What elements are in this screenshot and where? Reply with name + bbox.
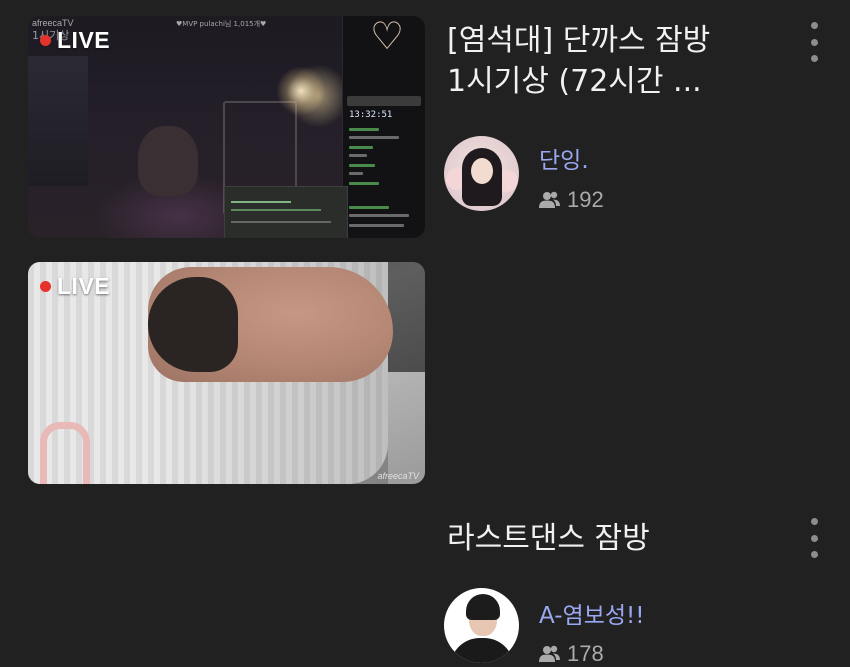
streamer-name[interactable]: A-염보성!!: [539, 596, 644, 630]
stream-thumbnail[interactable]: afreecaTV LIVE: [28, 262, 425, 484]
more-vertical-icon[interactable]: [806, 22, 822, 62]
hair: [148, 277, 238, 372]
stream-thumbnail[interactable]: ♥MVP pulachi님 1,015개♥ ♡ 13:32:51 afreeca…: [28, 16, 425, 238]
live-badge: LIVE: [40, 273, 110, 300]
streamer-name[interactable]: 단잉.: [539, 141, 589, 175]
pink-hook: [40, 422, 90, 484]
viewer-count: 192: [539, 187, 604, 213]
more-vertical-icon[interactable]: [806, 518, 822, 558]
video-popup: [224, 186, 348, 238]
stream-title[interactable]: 라스트댄스 잠방: [447, 518, 777, 559]
avatar-shoulders: [450, 638, 514, 663]
chat-bar: [347, 96, 421, 106]
chat-line: [349, 206, 389, 209]
popup-bar: [231, 201, 291, 203]
users-icon: [539, 645, 560, 662]
popup-bar: [231, 209, 321, 211]
avatar-face: [471, 158, 493, 184]
chat-time: 13:32:51: [349, 110, 393, 120]
stream-card[interactable]: afreecaTV LIVE 라스트댄스 잠방 A-염보성!! 178: [0, 250, 850, 666]
chat-line: [349, 182, 379, 185]
lamp-light: [276, 66, 326, 116]
viewer-count: 178: [539, 641, 604, 667]
chat-line: [349, 146, 373, 149]
viewer-count-value: 178: [567, 641, 604, 666]
viewer-count-value: 192: [567, 187, 604, 212]
thumb-top-text: ♥MVP pulachi님 1,015개♥: [176, 20, 267, 28]
avatar[interactable]: [444, 136, 519, 211]
stream-title[interactable]: [염석대] 단까스 잠방 1시기상 (72시간 ...: [447, 20, 777, 102]
chat-line: [349, 214, 409, 217]
avatar-hair: [466, 594, 500, 620]
chat-panel: ♡ 13:32:51: [342, 16, 425, 238]
avatar[interactable]: [444, 588, 519, 663]
stream-title-line: 1시기상 (72시간 ...: [447, 64, 702, 99]
live-badge: LIVE: [40, 27, 110, 54]
chat-line: [349, 224, 404, 227]
stream-title-line: [염석대] 단까스 잠방: [447, 23, 711, 58]
live-label: LIVE: [57, 273, 111, 299]
afreecatv-logo: afreecaTV: [377, 471, 419, 481]
users-icon: [539, 191, 560, 208]
live-dot-icon: [40, 281, 51, 292]
chat-line: [349, 154, 367, 157]
stream-card[interactable]: ♥MVP pulachi님 1,015개♥ ♡ 13:32:51 afreeca…: [0, 0, 850, 250]
heart-icon: ♡: [369, 16, 405, 58]
room-window: [28, 56, 88, 186]
live-dot-icon: [40, 35, 51, 46]
chat-line: [349, 172, 363, 175]
chat-line: [349, 164, 375, 167]
popup-bar: [231, 221, 331, 223]
chat-line: [349, 128, 379, 131]
chat-line: [349, 136, 399, 139]
live-label: LIVE: [57, 27, 111, 53]
stream-title-line: 라스트댄스 잠방: [447, 521, 650, 556]
teddy-bear: [138, 126, 198, 196]
